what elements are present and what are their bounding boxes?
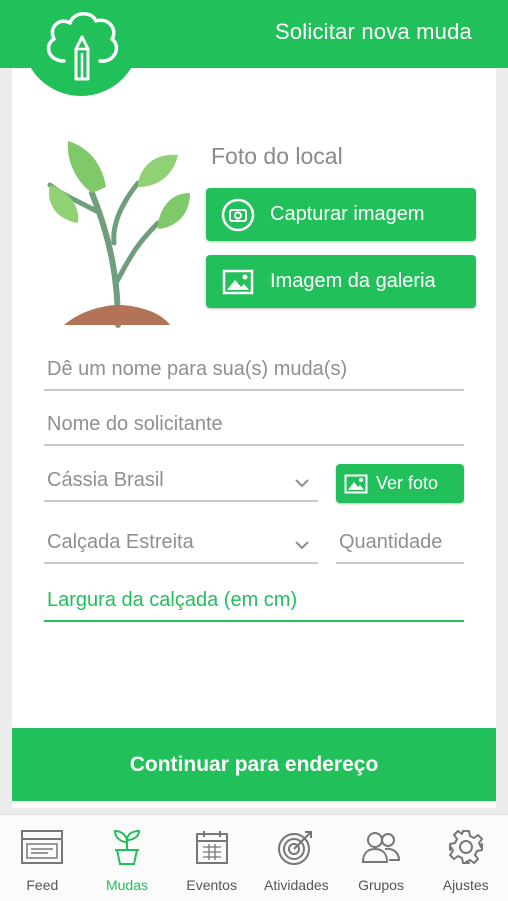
seedling-name-placeholder: Dê um nome para sua(s) muda(s) <box>47 358 348 380</box>
nav-item-atividades[interactable]: Atividades <box>254 815 339 901</box>
seedling-name-input[interactable]: Dê um nome para sua(s) muda(s) <box>44 351 464 391</box>
sprout-plant-icon <box>47 141 190 328</box>
gallery-image-label: Imagem da galeria <box>270 270 436 292</box>
quantity-placeholder: Quantidade <box>339 531 443 553</box>
quantity-input[interactable]: Quantidade <box>336 524 464 564</box>
capture-image-button[interactable]: Capturar imagem <box>206 188 476 241</box>
nav-item-grupos[interactable]: Grupos <box>339 815 424 901</box>
chevron-down-icon <box>295 479 309 488</box>
camera-icon <box>206 198 270 232</box>
tree-pencil-logo-icon <box>46 12 119 81</box>
nav-item-eventos[interactable]: Eventos <box>169 815 254 901</box>
page-title: Solicitar nova muda <box>274 19 472 44</box>
nav-label-atividades: Atividades <box>264 877 329 893</box>
sidewalk-type-select[interactable]: Calçada Estreita <box>44 524 318 564</box>
image-icon <box>206 269 270 295</box>
nav-label-mudas: Mudas <box>105 877 149 893</box>
sidewalk-width-input[interactable]: Largura da calçada (em cm) <box>44 582 464 622</box>
sidewalk-width-placeholder: Largura da calçada (em cm) <box>47 589 298 611</box>
species-select[interactable]: Cássia Brasil <box>44 462 318 502</box>
feed-icon <box>20 827 64 867</box>
nav-label-ajustes: Ajustes <box>442 877 489 893</box>
chevron-down-icon <box>295 541 309 550</box>
target-icon <box>277 827 315 867</box>
requester-name-placeholder: Nome do solicitante <box>47 413 223 435</box>
gallery-image-button[interactable]: Imagem da galeria <box>206 255 476 308</box>
view-photo-label: Ver foto <box>376 473 439 493</box>
nav-item-mudas[interactable]: Mudas <box>85 815 170 901</box>
gear-icon <box>448 827 484 867</box>
image-icon <box>336 474 376 494</box>
photo-section-label: Foto do local <box>211 143 343 169</box>
continue-to-address-button[interactable]: Continuar para endereço <box>12 728 496 801</box>
seedling-icon <box>109 827 145 867</box>
calendar-icon <box>195 827 229 867</box>
nav-item-feed[interactable]: Feed <box>0 815 85 901</box>
nav-label-eventos: Eventos <box>186 877 237 893</box>
requester-name-input[interactable]: Nome do solicitante <box>44 406 464 446</box>
nav-label-grupos: Grupos <box>358 877 404 893</box>
nav-label-feed: Feed <box>26 877 59 893</box>
capture-image-label: Capturar imagem <box>270 203 425 225</box>
nav-item-ajustes[interactable]: Ajustes <box>423 815 508 901</box>
sidewalk-type-value: Calçada Estreita <box>47 531 194 553</box>
species-value: Cássia Brasil <box>47 469 164 491</box>
view-photo-button[interactable]: Ver foto <box>336 464 464 503</box>
group-icon <box>361 827 401 867</box>
bottom-navigation: Feed Mudas Eventos Atividades Grupos Aju… <box>0 814 508 901</box>
